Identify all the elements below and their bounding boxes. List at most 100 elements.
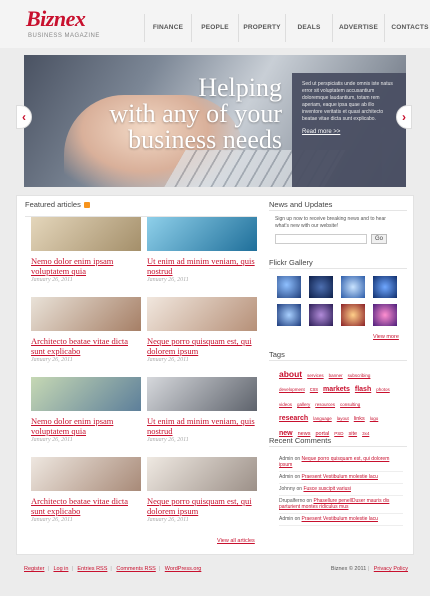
- footer-link-wordpress[interactable]: WordPress.org: [165, 566, 202, 572]
- article-thumbnail[interactable]: [31, 457, 141, 491]
- tag-link[interactable]: development: [279, 384, 305, 395]
- tag-link[interactable]: PSD: [334, 428, 343, 439]
- article-title[interactable]: Nemo dolor enim ipsam voluptatem quia: [31, 416, 141, 436]
- article-title[interactable]: Architecto beatae vitae dicta sunt expli…: [31, 496, 141, 516]
- divider: [269, 268, 407, 269]
- flickr-thumbnail[interactable]: [309, 276, 333, 298]
- hero-caption-text: Sed ut perspiciatis unde omnis iste natu…: [302, 81, 393, 122]
- article-thumbnail[interactable]: [31, 377, 141, 411]
- nav-item-deals[interactable]: DEALS: [285, 14, 332, 42]
- article-card: Nemo dolor enim ipsam voluptatem quia Ja…: [31, 377, 141, 457]
- tag-link[interactable]: consulting: [340, 399, 360, 410]
- tag-link[interactable]: language: [313, 413, 332, 424]
- footer-link-register[interactable]: Register: [24, 566, 44, 572]
- article-card: Neque porro quisquam est, qui dolorem ip…: [147, 457, 257, 537]
- article-card: Nemo dolor enim ipsam voluptatem quia Ja…: [31, 217, 141, 297]
- nav-item-advertise[interactable]: ADVERTISE: [332, 14, 384, 42]
- flickr-thumbnail[interactable]: [277, 304, 301, 326]
- article-thumbnail[interactable]: [147, 297, 257, 331]
- comment-item: Admin on Praesent Vestibulum molestie la…: [279, 514, 403, 526]
- footer-separator: |: [47, 566, 49, 572]
- hero-slider: Helping with any of your business needs …: [24, 55, 406, 187]
- tag-link[interactable]: photos: [376, 384, 390, 395]
- article-thumbnail[interactable]: [31, 297, 141, 331]
- tag-link[interactable]: services: [307, 370, 324, 381]
- tag-link[interactable]: links: [354, 414, 365, 425]
- footer-link-entries-rss[interactable]: Entries RSS: [77, 566, 107, 572]
- nav-item-people[interactable]: PEOPLE: [191, 14, 238, 42]
- site-tagline: BUSINESS MAGAZINE: [28, 33, 100, 39]
- tag-link[interactable]: logo: [370, 413, 379, 424]
- tag-link[interactable]: markets: [323, 384, 350, 395]
- tag-link[interactable]: about: [279, 369, 302, 380]
- newsletter-go-button[interactable]: Go: [371, 234, 387, 244]
- article-title[interactable]: Ut enim ad minim veniam, quis nostrud: [147, 416, 257, 436]
- footer-separator: |: [367, 566, 371, 572]
- article-date: January 26, 2011: [147, 437, 189, 443]
- tag-link[interactable]: 3x4: [362, 428, 369, 439]
- article-date: January 26, 2011: [31, 517, 73, 523]
- article-thumbnail[interactable]: [147, 377, 257, 411]
- article-date: January 26, 2011: [147, 277, 189, 283]
- article-title[interactable]: Nemo dolor enim ipsam voluptatem quia: [31, 256, 141, 276]
- article-thumbnail[interactable]: [147, 457, 257, 491]
- tag-link[interactable]: subscribing: [348, 370, 371, 381]
- comment-author: Johnny: [279, 486, 296, 492]
- flickr-thumbnail[interactable]: [373, 304, 397, 326]
- featured-articles-heading: Featured articles: [25, 200, 90, 209]
- flickr-thumbnail[interactable]: [341, 276, 365, 298]
- nav-item-property[interactable]: PROPERTY: [238, 14, 285, 42]
- tag-link[interactable]: site: [349, 429, 358, 440]
- view-all-articles-link[interactable]: View all articles: [217, 538, 255, 544]
- tag-cloud: about services banner subscribing developmen…: [279, 367, 399, 440]
- flickr-view-more-link[interactable]: View more: [373, 334, 399, 340]
- comments-heading: Recent Comments: [269, 436, 332, 445]
- site-logo[interactable]: Biznex: [26, 6, 86, 32]
- footer-copyright: Biznex © 2011: [330, 566, 367, 572]
- tag-link[interactable]: videos: [279, 399, 292, 410]
- flickr-thumbnail[interactable]: [277, 276, 301, 298]
- tag-link[interactable]: flash: [355, 384, 371, 395]
- flickr-thumbnail[interactable]: [373, 276, 397, 298]
- tag-link[interactable]: research: [279, 413, 308, 424]
- comment-link[interactable]: Fusce suscipit variusi: [303, 486, 351, 492]
- article-thumbnail[interactable]: [31, 217, 141, 251]
- hero-read-more-link[interactable]: Read more >>: [302, 129, 396, 135]
- tag-link[interactable]: gallery: [297, 399, 310, 410]
- newsletter-email-input[interactable]: [275, 234, 367, 244]
- rss-icon[interactable]: [83, 202, 90, 209]
- articles-grid: Nemo dolor enim ipsam voluptatem quia Ja…: [25, 216, 257, 523]
- flickr-thumbnail[interactable]: [341, 304, 365, 326]
- comment-on: on: [294, 516, 301, 522]
- recent-comments-list: Admin on Neque porro quisquam est, qui d…: [279, 454, 403, 526]
- footer-copyright-area: Biznex © 2011 | Privacy Policy: [331, 566, 408, 572]
- comment-on: on: [294, 474, 301, 480]
- flickr-thumbnail[interactable]: [309, 304, 333, 326]
- comment-author: Admin: [279, 474, 294, 480]
- article-title[interactable]: Neque porro quisquam est, qui dolorem ip…: [147, 336, 257, 356]
- main-content: Featured articles Nemo dolor enim ipsam …: [16, 195, 414, 555]
- comment-link[interactable]: Praesent Vestibulum molestie lacu: [302, 516, 378, 522]
- article-card: Architecto beatae vitae dicta sunt expli…: [31, 457, 141, 537]
- tag-link[interactable]: banner: [329, 370, 343, 381]
- hero-title: Helping with any of your business needs: [109, 75, 282, 153]
- article-date: January 26, 2011: [31, 277, 73, 283]
- featured-articles-title: Featured articles: [25, 200, 81, 209]
- nav-item-finance[interactable]: FINANCE: [144, 14, 191, 42]
- comment-link[interactable]: Praesent Vestibulum molestie lacu: [302, 474, 378, 480]
- footer-link-comments-rss[interactable]: Comments RSS: [116, 566, 155, 572]
- article-title[interactable]: Neque porro quisquam est, qui dolorem ip…: [147, 496, 257, 516]
- footer-link-login[interactable]: Log in: [53, 566, 68, 572]
- article-thumbnail[interactable]: [147, 217, 257, 251]
- article-title[interactable]: Architecto beatae vitae dicta sunt expli…: [31, 336, 141, 356]
- comment-on: on: [296, 486, 303, 492]
- nav-item-contacts[interactable]: CONTACTS: [384, 14, 430, 42]
- article-date: January 26, 2011: [31, 437, 73, 443]
- news-description: Sign up now to receive breaking news and…: [275, 216, 386, 229]
- comment-item: Admin on Neque porro quisquam est, qui d…: [279, 454, 403, 472]
- article-title[interactable]: Ut enim ad minim veniam, quis nostrud: [147, 256, 257, 276]
- tag-link[interactable]: resources: [315, 399, 335, 410]
- tag-link[interactable]: css: [310, 385, 318, 396]
- tag-link[interactable]: layout: [337, 413, 349, 424]
- footer-privacy-link[interactable]: Privacy Policy: [374, 566, 408, 572]
